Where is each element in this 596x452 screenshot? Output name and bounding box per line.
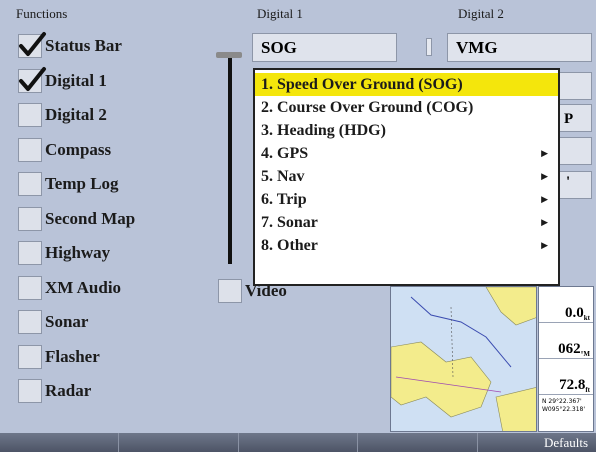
digital2-row-5[interactable]: ': [559, 171, 592, 199]
digital2-select[interactable]: VMG: [447, 33, 592, 62]
preview-speed: 0.0 kt: [539, 287, 593, 323]
triangle-right-icon: ▶: [541, 240, 548, 250]
menu-item-4[interactable]: 4. GPS ▶: [255, 142, 558, 165]
menu-item-label: 2. Course Over Ground (COG): [261, 99, 474, 116]
function-label: Digital 2: [45, 105, 107, 124]
function-row-status-bar[interactable]: Status Bar: [18, 31, 122, 61]
menu-item-7[interactable]: 7. Sonar ▶: [255, 211, 558, 234]
preview-heading-unit: °M: [580, 350, 590, 358]
menu-item-3[interactable]: 3. Heading (HDG): [255, 119, 558, 142]
preview-depth: 72.8 ft: [539, 359, 593, 395]
digital1-select[interactable]: SOG: [252, 33, 397, 62]
menu-item-label: 4. GPS: [261, 145, 309, 162]
function-label: Status Bar: [45, 36, 122, 55]
function-row-sonar[interactable]: Sonar: [18, 307, 88, 337]
function-row-compass[interactable]: Compass: [18, 135, 111, 165]
function-row-flasher[interactable]: Flasher: [18, 342, 100, 372]
softkey-2[interactable]: [119, 433, 239, 452]
functions-header: Functions: [16, 6, 68, 21]
menu-item-label: 8. Other: [261, 237, 318, 254]
function-row-radar[interactable]: Radar: [18, 376, 91, 406]
menu-item-5[interactable]: 5. Nav ▶: [255, 165, 558, 188]
menu-item-2[interactable]: 2. Course Over Ground (COG): [255, 96, 558, 119]
function-label: Flasher: [45, 346, 100, 366]
function-row-highway[interactable]: Highway: [18, 238, 110, 268]
function-checkbox-digital-1[interactable]: [18, 66, 46, 93]
function-row-xm-audio[interactable]: XM Audio: [18, 273, 121, 303]
softkey-1[interactable]: [0, 433, 120, 452]
layout-slider-handle[interactable]: [216, 52, 242, 58]
function-checkbox-highway[interactable]: [18, 241, 42, 265]
function-row-temp-log[interactable]: Temp Log: [18, 169, 119, 199]
function-checkbox-sonar[interactable]: [18, 310, 42, 334]
layout-slider-track[interactable]: [228, 56, 232, 264]
preview-lon: W095°22.318': [542, 406, 586, 413]
function-checkbox-flasher[interactable]: [18, 344, 42, 369]
function-label: XM Audio: [45, 277, 122, 297]
preview-speed-unit: kt: [583, 314, 590, 322]
menu-item-label: 7. Sonar: [261, 214, 318, 231]
digital2-header: Digital 2: [458, 6, 504, 21]
function-label: Highway: [45, 243, 111, 262]
digital1-header: Digital 1: [257, 6, 303, 21]
preview-lat: N 29°22.367': [542, 398, 582, 405]
function-row-digital-2[interactable]: Digital 2: [18, 100, 107, 130]
digital2-row-2[interactable]: [559, 72, 592, 100]
preview-speed-value: 0.0: [565, 305, 584, 321]
column-divider-handle: [426, 38, 432, 56]
function-label: Compass: [45, 139, 112, 159]
menu-item-label: 5. Nav: [261, 168, 305, 185]
preview-heading-value: 062: [558, 341, 581, 357]
menu-item-1[interactable]: 1. Speed Over Ground (SOG): [255, 73, 558, 96]
function-row-second-map[interactable]: Second Map: [18, 204, 135, 234]
numbers-preview: 0.0 kt 062 °M 72.8 ft N 29°22.367' W095°22.…: [538, 286, 594, 432]
function-checkbox-radar[interactable]: [18, 379, 42, 403]
triangle-right-icon: ▶: [541, 217, 548, 227]
softkey-4[interactable]: [358, 433, 478, 452]
triangle-right-icon: ▶: [541, 194, 548, 204]
function-checkbox-second-map[interactable]: [18, 206, 42, 231]
function-label: Radar: [45, 381, 92, 400]
function-label: Temp Log: [45, 174, 119, 193]
function-row-digital-1[interactable]: Digital 1: [18, 66, 107, 96]
data-field-popup-menu: 1. Speed Over Ground (SOG) 2. Course Over…: [253, 68, 560, 286]
function-checkbox-digital-2[interactable]: [18, 103, 42, 127]
digital2-row-4[interactable]: [559, 137, 592, 165]
preview-depth-value: 72.8: [559, 377, 586, 393]
menu-item-8[interactable]: 8. Other ▶: [255, 234, 558, 257]
menu-item-label: 1. Speed Over Ground (SOG): [261, 76, 463, 93]
triangle-right-icon: ▶: [541, 171, 548, 181]
preview-depth-unit: ft: [585, 386, 590, 394]
function-checkbox-temp-log[interactable]: [18, 172, 42, 196]
menu-item-6[interactable]: 6. Trip ▶: [255, 188, 558, 211]
function-label: Sonar: [45, 312, 89, 331]
function-checkbox-status-bar[interactable]: [18, 32, 46, 58]
triangle-right-icon: ▶: [541, 148, 548, 158]
softkey-5-defaults[interactable]: Defaults: [477, 433, 596, 452]
menu-item-label: 3. Heading (HDG): [261, 122, 386, 139]
softkey-3[interactable]: [238, 433, 359, 452]
softkey-bar: Defaults: [0, 433, 596, 452]
digital2-row-3[interactable]: P: [559, 104, 592, 132]
function-label: Digital 1: [45, 70, 107, 90]
video-checkbox[interactable]: [218, 279, 242, 303]
function-checkbox-compass[interactable]: [18, 137, 42, 162]
menu-item-label: 6. Trip: [261, 191, 307, 208]
preview-heading: 062 °M: [539, 323, 593, 359]
map-preview: [390, 286, 537, 432]
function-checkbox-xm-audio[interactable]: [18, 275, 42, 300]
function-label: Second Map: [45, 208, 136, 228]
preview-position: N 29°22.367' W095°22.318': [539, 395, 593, 417]
